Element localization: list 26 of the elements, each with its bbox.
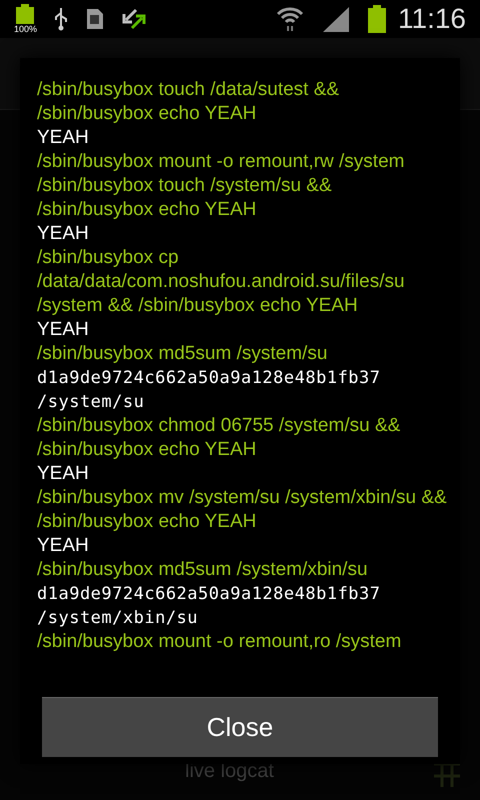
- log-output: d1a9de9724c662a50a9a128e48b1fb37 /system/xbin/su: [37, 583, 382, 630]
- sync-arrows-icon: [122, 8, 146, 30]
- wifi-icon: [276, 6, 304, 32]
- log-output: d1a9de9724c662a50a9a128e48b1fb37 /system/su: [37, 367, 382, 414]
- log-output: YEAH: [37, 534, 90, 558]
- clock: 11:16: [398, 2, 466, 36]
- log-command: /sbin/busybox chmod 06755 /system/su && /sbin/busybox echo YEAH: [37, 414, 402, 462]
- close-button[interactable]: Close: [42, 697, 438, 757]
- log-command: /sbin/busybox cp /data/data/com.noshufou.android.su/files/su /system && /sbin/busybox echo YEAH: [37, 246, 406, 318]
- log-command: /sbin/busybox touch /system/su && /sbin/busybox echo YEAH: [37, 174, 333, 222]
- list-item: live logcat: [185, 759, 274, 784]
- log-command: /sbin/busybox touch /data/sutest && /sbin/busybox echo YEAH: [37, 78, 340, 126]
- sd-card-icon: [86, 8, 104, 30]
- battery-percent: 100%: [13, 24, 38, 34]
- log-command: /sbin/busybox md5sum /system/su: [37, 342, 328, 366]
- log-command: /sbin/busybox mv /system/su /system/xbin/su && /sbin/busybox echo YEAH: [37, 486, 447, 534]
- usb-icon: [54, 7, 68, 31]
- log-output: YEAH: [37, 126, 90, 150]
- battery-icon: [368, 5, 386, 33]
- log-output: YEAH: [37, 222, 90, 246]
- log-command: /sbin/busybox mount -o remount,ro /system: [37, 630, 402, 654]
- log-output: YEAH: [37, 318, 90, 342]
- log-output: YEAH: [37, 462, 90, 486]
- log-command: /sbin/busybox mount -o remount,rw /system: [37, 150, 406, 174]
- log-command: /sbin/busybox md5sum /system/xbin/su: [37, 558, 369, 582]
- signal-icon: [322, 6, 350, 32]
